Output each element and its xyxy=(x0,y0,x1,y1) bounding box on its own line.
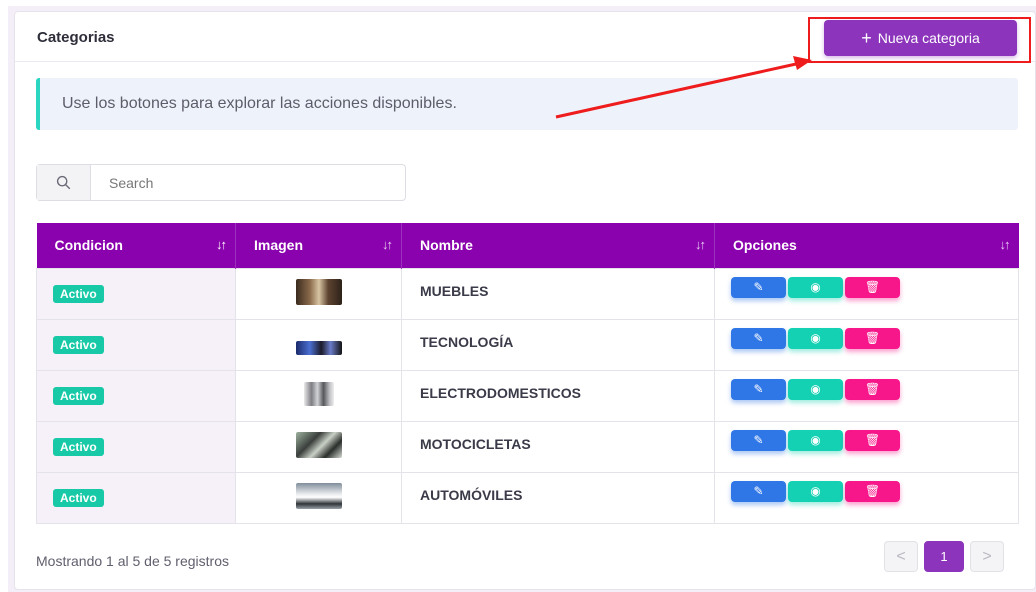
sort-icon: ↓↑ xyxy=(216,237,227,252)
edit-button[interactable]: ✎ xyxy=(731,430,786,452)
info-alert: Use los botones para explorar las accion… xyxy=(36,78,1018,130)
delete-button[interactable]: 🗑 xyxy=(845,481,900,503)
cars-thumbnail xyxy=(295,483,342,509)
status-badge: Activo xyxy=(53,335,104,354)
new-category-label: Nueva categoria xyxy=(877,30,980,46)
categories-table-wrapper: Condicion ↓↑ Imagen ↓↑ Nombre ↓↑ Opciones ↓↑… xyxy=(36,223,1019,524)
table-row: Activo TECNOLOGÍA ✎ ◉ 🗑 xyxy=(36,318,1019,371)
search-box xyxy=(36,164,406,201)
delete-button[interactable]: 🗑 xyxy=(845,328,900,350)
options-cell: ✎ ◉ 🗑 xyxy=(714,471,1019,524)
eye-icon: ◉ xyxy=(810,331,821,346)
alert-text: Use los botones para explorar las accion… xyxy=(62,95,457,112)
next-page-button[interactable]: > xyxy=(970,541,1004,572)
delete-button[interactable]: 🗑 xyxy=(845,430,900,452)
edit-icon: ✎ xyxy=(753,433,764,448)
condition-cell: Activo xyxy=(36,369,236,422)
name-cell: ELECTRODOMESTICOS xyxy=(401,369,715,422)
condition-cell: Activo xyxy=(36,420,236,473)
table-header: Condicion ↓↑ Imagen ↓↑ Nombre ↓↑ Opciones ↓↑ xyxy=(36,223,1019,268)
status-badge: Activo xyxy=(53,488,104,507)
column-header-opciones[interactable]: Opciones ↓↑ xyxy=(714,223,1019,268)
trash-icon: 🗑 xyxy=(864,484,881,499)
column-header-nombre[interactable]: Nombre ↓↑ xyxy=(401,223,715,268)
column-header-imagen[interactable]: Imagen ↓↑ xyxy=(235,223,402,268)
sort-icon: ↓↑ xyxy=(695,237,706,252)
column-label: Opciones xyxy=(733,237,797,254)
view-button[interactable]: ◉ xyxy=(788,430,843,452)
condition-cell: Activo xyxy=(36,267,236,320)
trash-icon: 🗑 xyxy=(864,433,881,448)
records-info: Mostrando 1 al 5 de 5 registros xyxy=(36,553,229,569)
image-cell xyxy=(235,267,402,320)
eye-icon: ◉ xyxy=(810,484,821,499)
column-label: Imagen xyxy=(254,237,304,254)
view-button[interactable]: ◉ xyxy=(788,379,843,401)
table-row: Activo MUEBLES ✎ ◉ 🗑 xyxy=(36,267,1019,320)
eye-icon: ◉ xyxy=(810,433,821,448)
image-cell xyxy=(235,318,402,371)
image-cell xyxy=(235,420,402,473)
view-button[interactable]: ◉ xyxy=(788,328,843,350)
trash-icon: 🗑 xyxy=(864,331,881,346)
delete-button[interactable]: 🗑 xyxy=(845,277,900,299)
status-badge: Activo xyxy=(53,437,104,456)
table-row: Activo MOTOCICLETAS ✎ ◉ 🗑 xyxy=(36,420,1019,473)
delete-button[interactable]: 🗑 xyxy=(845,379,900,401)
column-label: Condicion xyxy=(54,237,123,254)
eye-icon: ◉ xyxy=(810,382,821,397)
sort-icon: ↓↑ xyxy=(382,237,393,252)
view-button[interactable]: ◉ xyxy=(788,481,843,503)
status-badge: Activo xyxy=(53,284,104,303)
edit-icon: ✎ xyxy=(753,280,764,295)
technology-thumbnail xyxy=(295,341,342,355)
condition-cell: Activo xyxy=(36,471,236,524)
condition-cell: Activo xyxy=(36,318,236,371)
view-button[interactable]: ◉ xyxy=(788,277,843,299)
name-cell: MUEBLES xyxy=(401,267,715,320)
table-row: Activo ELECTRODOMESTICOS ✎ ◉ 🗑 xyxy=(36,369,1019,422)
search-input[interactable] xyxy=(97,165,397,200)
trash-icon: 🗑 xyxy=(864,382,881,397)
search-addon xyxy=(37,165,91,200)
categories-table: Condicion ↓↑ Imagen ↓↑ Nombre ↓↑ Opciones ↓↑… xyxy=(36,223,1019,524)
plus-icon: + xyxy=(861,28,872,48)
name-cell: MOTOCICLETAS xyxy=(401,420,715,473)
furniture-thumbnail xyxy=(295,279,342,305)
motorcycles-thumbnail xyxy=(295,432,342,458)
image-cell xyxy=(235,471,402,524)
edit-icon: ✎ xyxy=(753,484,764,499)
options-cell: ✎ ◉ 🗑 xyxy=(714,369,1019,422)
edit-icon: ✎ xyxy=(753,331,764,346)
new-category-button[interactable]: + Nueva categoria xyxy=(824,20,1017,56)
appliances-thumbnail xyxy=(303,382,334,406)
edit-button[interactable]: ✎ xyxy=(731,328,786,350)
prev-page-button[interactable]: < xyxy=(884,541,918,572)
status-badge: Activo xyxy=(53,386,104,405)
column-header-condicion[interactable]: Condicion ↓↑ xyxy=(36,223,236,268)
edit-button[interactable]: ✎ xyxy=(731,481,786,503)
options-cell: ✎ ◉ 🗑 xyxy=(714,318,1019,371)
eye-icon: ◉ xyxy=(810,280,821,295)
column-label: Nombre xyxy=(420,237,473,254)
options-cell: ✎ ◉ 🗑 xyxy=(714,267,1019,320)
sort-icon: ↓↑ xyxy=(999,237,1011,252)
page-title: Categorias xyxy=(37,29,115,46)
edit-button[interactable]: ✎ xyxy=(731,277,786,299)
search-icon xyxy=(56,175,71,190)
edit-icon: ✎ xyxy=(753,382,764,397)
image-cell xyxy=(235,369,402,422)
options-cell: ✎ ◉ 🗑 xyxy=(714,420,1019,473)
trash-icon: 🗑 xyxy=(864,280,881,295)
table-row: Activo AUTOMÓVILES ✎ ◉ 🗑 xyxy=(36,471,1019,524)
page-1-button[interactable]: 1 xyxy=(924,541,964,572)
edit-button[interactable]: ✎ xyxy=(731,379,786,401)
table-body: Activo MUEBLES ✎ ◉ 🗑 Activo TECNOLOGÍA ✎ ◉ 🗑… xyxy=(36,267,1019,524)
name-cell: AUTOMÓVILES xyxy=(401,471,715,524)
name-cell: TECNOLOGÍA xyxy=(401,318,715,371)
pagination: < 1 > xyxy=(884,541,1004,572)
